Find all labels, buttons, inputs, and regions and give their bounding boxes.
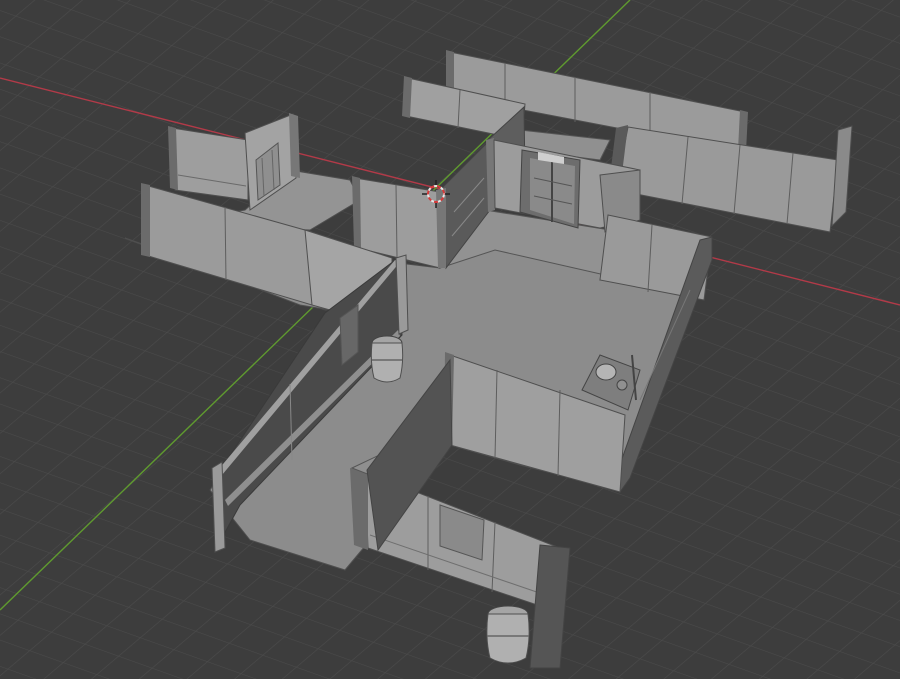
viewport-canvas[interactable] (0, 0, 900, 679)
3d-viewport[interactable] (0, 0, 900, 679)
barrel-south[interactable] (486, 605, 530, 664)
barrel-center[interactable] (370, 335, 404, 383)
